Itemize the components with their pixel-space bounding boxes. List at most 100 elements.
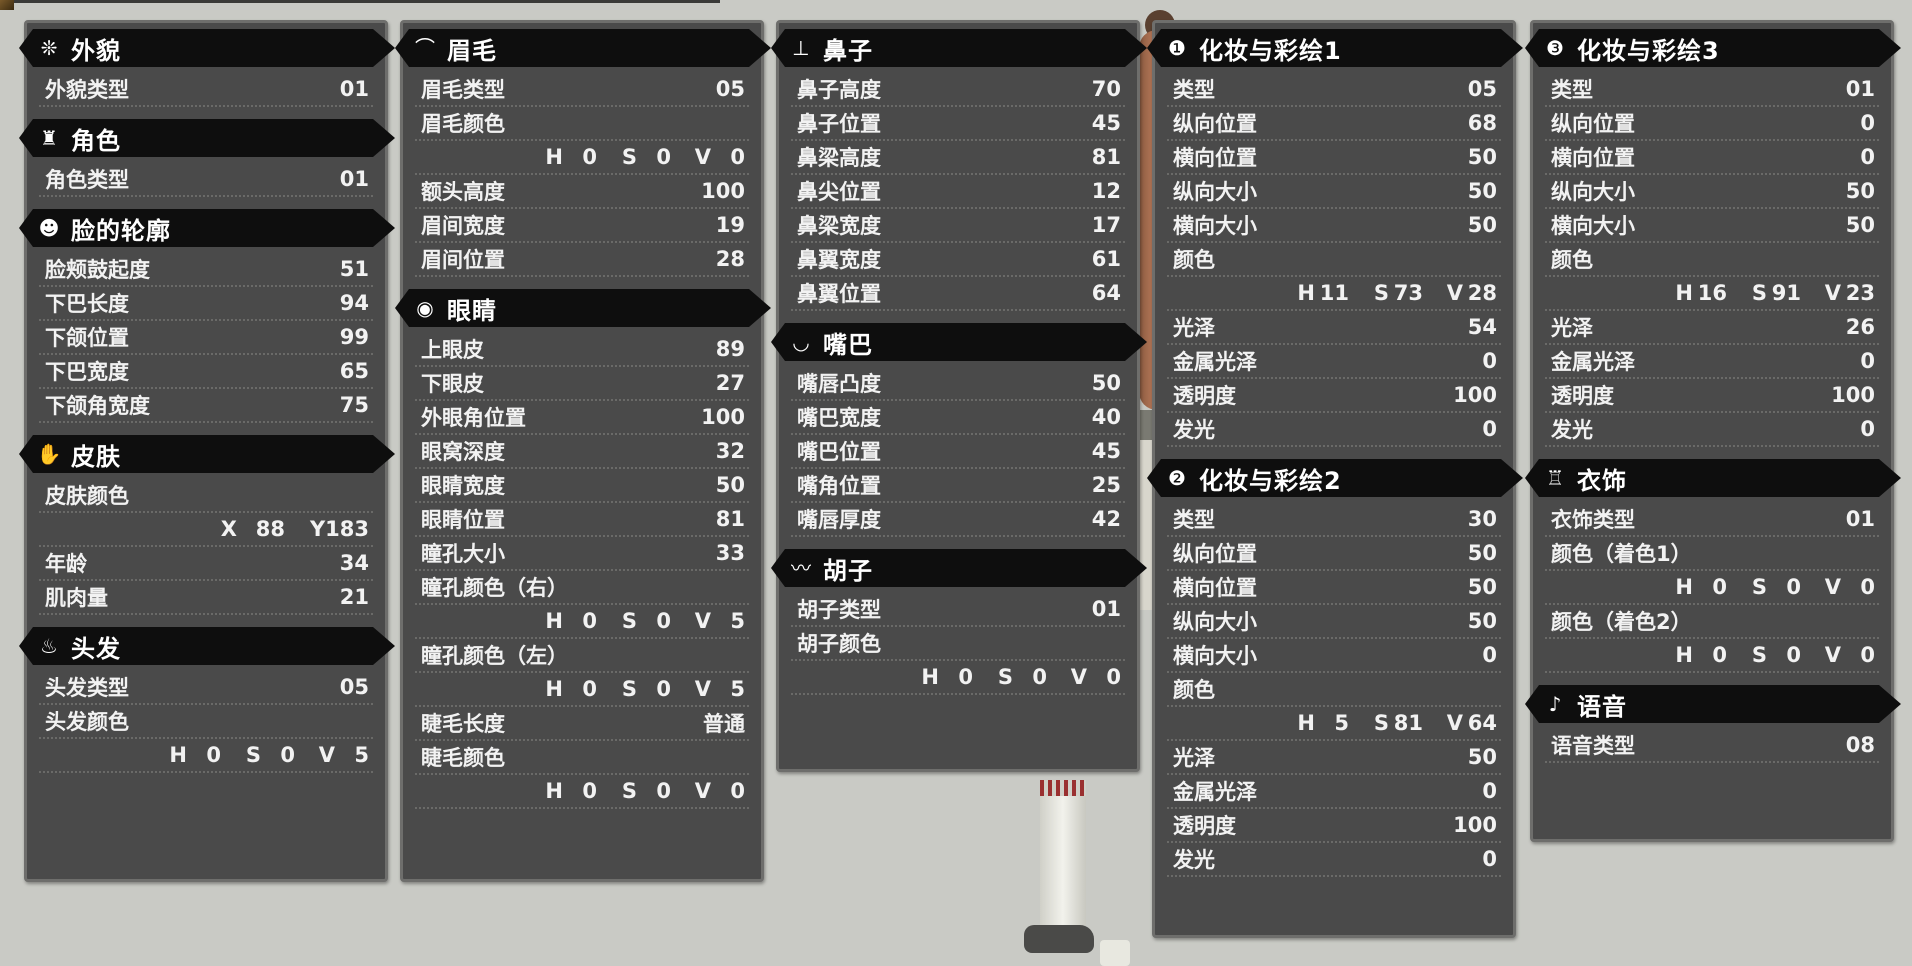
hsv-readout[interactable]: H5 S 81 V 64 bbox=[1167, 707, 1501, 741]
setting-row[interactable]: 发光 0 bbox=[1545, 413, 1879, 447]
setting-row[interactable]: 嘴唇凸度 50 bbox=[791, 367, 1125, 401]
section-header-appearance[interactable]: ❊ 外貌 bbox=[19, 29, 395, 67]
setting-row[interactable]: 纵向位置 50 bbox=[1167, 537, 1501, 571]
setting-row[interactable]: 眉毛类型 05 bbox=[415, 73, 749, 107]
setting-row[interactable]: 眉间宽度 19 bbox=[415, 209, 749, 243]
setting-row[interactable]: 横向位置 50 bbox=[1167, 571, 1501, 605]
skin-color-xy[interactable]: X 88 Y183 bbox=[39, 513, 373, 547]
hsv-readout[interactable]: H0 S0 V5 bbox=[415, 605, 749, 639]
setting-row[interactable]: 语音类型 08 bbox=[1545, 729, 1879, 763]
section-header-makeup-2[interactable]: ❷ 化妆与彩绘2 bbox=[1147, 459, 1523, 497]
section-header-voice[interactable]: ♪ 语音 bbox=[1525, 685, 1901, 723]
setting-row[interactable]: 睫毛长度 普通 bbox=[415, 707, 749, 741]
hsv-readout[interactable]: H0 S0 V5 bbox=[415, 673, 749, 707]
setting-row[interactable]: 外眼角位置 100 bbox=[415, 401, 749, 435]
section-header-beard[interactable]: 〰 胡子 bbox=[771, 549, 1147, 587]
setting-row-skin-color[interactable]: 皮肤颜色 bbox=[39, 479, 373, 513]
setting-row-pupil-right[interactable]: 瞳孔颜色（右） bbox=[415, 571, 749, 605]
setting-row[interactable]: 光泽 54 bbox=[1167, 311, 1501, 345]
section-header-makeup-3[interactable]: ❸ 化妆与彩绘3 bbox=[1525, 29, 1901, 67]
hsv-readout[interactable]: H0 S0 V5 bbox=[39, 739, 373, 773]
setting-row-makeup1-color[interactable]: 颜色 bbox=[1167, 243, 1501, 277]
setting-row[interactable]: 纵向位置 0 bbox=[1545, 107, 1879, 141]
setting-row[interactable]: 类型 01 bbox=[1545, 73, 1879, 107]
setting-row[interactable]: 胡子类型 01 bbox=[791, 593, 1125, 627]
setting-row[interactable]: 年龄 34 bbox=[39, 547, 373, 581]
setting-row[interactable]: 鼻子高度 70 bbox=[791, 73, 1125, 107]
setting-row[interactable]: 鼻梁宽度 17 bbox=[791, 209, 1125, 243]
setting-row[interactable]: 上眼皮 89 bbox=[415, 333, 749, 367]
setting-row[interactable]: 纵向大小 50 bbox=[1545, 175, 1879, 209]
setting-row[interactable]: 嘴巴宽度 40 bbox=[791, 401, 1125, 435]
setting-row[interactable]: 眼睛位置 81 bbox=[415, 503, 749, 537]
setting-row[interactable]: 眼窝深度 32 bbox=[415, 435, 749, 469]
setting-row[interactable]: 横向位置 50 bbox=[1167, 141, 1501, 175]
hsv-readout[interactable]: H 11 S 73 V 28 bbox=[1167, 277, 1501, 311]
setting-row[interactable]: 下颌位置 99 bbox=[39, 321, 373, 355]
setting-row-makeup3-color[interactable]: 颜色 bbox=[1545, 243, 1879, 277]
setting-row[interactable]: 嘴唇厚度 42 bbox=[791, 503, 1125, 537]
setting-row-outfit-color-1[interactable]: 颜色（着色1） bbox=[1545, 537, 1879, 571]
hsv-readout[interactable]: H0 S0 V0 bbox=[791, 661, 1125, 695]
setting-row[interactable]: 眉间位置 28 bbox=[415, 243, 749, 277]
setting-row[interactable]: 金属光泽 0 bbox=[1167, 775, 1501, 809]
setting-row-makeup2-color[interactable]: 颜色 bbox=[1167, 673, 1501, 707]
setting-row[interactable]: 类型 05 bbox=[1167, 73, 1501, 107]
section-header-makeup-1[interactable]: ❶ 化妆与彩绘1 bbox=[1147, 29, 1523, 67]
setting-row[interactable]: 透明度 100 bbox=[1167, 379, 1501, 413]
hsv-readout[interactable]: H0 S0 V0 bbox=[415, 141, 749, 175]
hsv-readout[interactable]: H0 S0 V0 bbox=[1545, 571, 1879, 605]
setting-row-eyebrow-color[interactable]: 眉毛颜色 bbox=[415, 107, 749, 141]
section-header-eyebrow[interactable]: ⌒ 眉毛 bbox=[395, 29, 771, 67]
setting-row[interactable]: 透明度 100 bbox=[1545, 379, 1879, 413]
setting-row[interactable]: 外貌类型 01 bbox=[39, 73, 373, 107]
setting-row[interactable]: 下颌角宽度 75 bbox=[39, 389, 373, 423]
setting-row[interactable]: 瞳孔大小 33 bbox=[415, 537, 749, 571]
setting-row[interactable]: 金属光泽 0 bbox=[1167, 345, 1501, 379]
setting-row[interactable]: 发光 0 bbox=[1167, 843, 1501, 877]
setting-row[interactable]: 额头高度 100 bbox=[415, 175, 749, 209]
hsv-readout[interactable]: H 16 S 91 V 23 bbox=[1545, 277, 1879, 311]
setting-row-hair-color[interactable]: 头发颜色 bbox=[39, 705, 373, 739]
setting-row[interactable]: 透明度 100 bbox=[1167, 809, 1501, 843]
setting-row[interactable]: 发光 0 bbox=[1167, 413, 1501, 447]
setting-row-beard-color[interactable]: 胡子颜色 bbox=[791, 627, 1125, 661]
setting-row[interactable]: 眼睛宽度 50 bbox=[415, 469, 749, 503]
section-header-character[interactable]: ♜ 角色 bbox=[19, 119, 395, 157]
setting-row-pupil-left[interactable]: 瞳孔颜色（左） bbox=[415, 639, 749, 673]
setting-row[interactable]: 鼻翼位置 64 bbox=[791, 277, 1125, 311]
section-header-nose[interactable]: ⊥ 鼻子 bbox=[771, 29, 1147, 67]
setting-row[interactable]: 光泽 26 bbox=[1545, 311, 1879, 345]
section-header-skin[interactable]: ✋ 皮肤 bbox=[19, 435, 395, 473]
setting-row[interactable]: 衣饰类型 01 bbox=[1545, 503, 1879, 537]
section-header-eyes[interactable]: ◉ 眼睛 bbox=[395, 289, 771, 327]
section-header-mouth[interactable]: ◡ 嘴巴 bbox=[771, 323, 1147, 361]
setting-row[interactable]: 嘴巴位置 45 bbox=[791, 435, 1125, 469]
setting-row[interactable]: 鼻翼宽度 61 bbox=[791, 243, 1125, 277]
setting-row[interactable]: 鼻子位置 45 bbox=[791, 107, 1125, 141]
setting-row[interactable]: 角色类型 01 bbox=[39, 163, 373, 197]
setting-row[interactable]: 鼻尖位置 12 bbox=[791, 175, 1125, 209]
setting-row[interactable]: 下巴长度 94 bbox=[39, 287, 373, 321]
setting-row[interactable]: 下巴宽度 65 bbox=[39, 355, 373, 389]
setting-row[interactable]: 横向大小 0 bbox=[1167, 639, 1501, 673]
setting-row[interactable]: 光泽 50 bbox=[1167, 741, 1501, 775]
setting-row[interactable]: 金属光泽 0 bbox=[1545, 345, 1879, 379]
section-header-outfit[interactable]: ♖ 衣饰 bbox=[1525, 459, 1901, 497]
setting-row[interactable]: 肌肉量 21 bbox=[39, 581, 373, 615]
setting-row-outfit-color-2[interactable]: 颜色（着色2） bbox=[1545, 605, 1879, 639]
setting-row[interactable]: 横向大小 50 bbox=[1545, 209, 1879, 243]
setting-row[interactable]: 纵向大小 50 bbox=[1167, 175, 1501, 209]
setting-row[interactable]: 纵向大小 50 bbox=[1167, 605, 1501, 639]
setting-row[interactable]: 纵向位置 68 bbox=[1167, 107, 1501, 141]
setting-row[interactable]: 嘴角位置 25 bbox=[791, 469, 1125, 503]
hsv-readout[interactable]: H0 S0 V0 bbox=[1545, 639, 1879, 673]
setting-row[interactable]: 下眼皮 27 bbox=[415, 367, 749, 401]
setting-row[interactable]: 脸颊鼓起度 51 bbox=[39, 253, 373, 287]
setting-row[interactable]: 类型 30 bbox=[1167, 503, 1501, 537]
hsv-readout[interactable]: H0 S0 V0 bbox=[415, 775, 749, 809]
section-header-face-contour[interactable]: ☻ 脸的轮廓 bbox=[19, 209, 395, 247]
setting-row[interactable]: 横向大小 50 bbox=[1167, 209, 1501, 243]
section-header-hair[interactable]: ♨ 头发 bbox=[19, 627, 395, 665]
setting-row-lash-color[interactable]: 睫毛颜色 bbox=[415, 741, 749, 775]
